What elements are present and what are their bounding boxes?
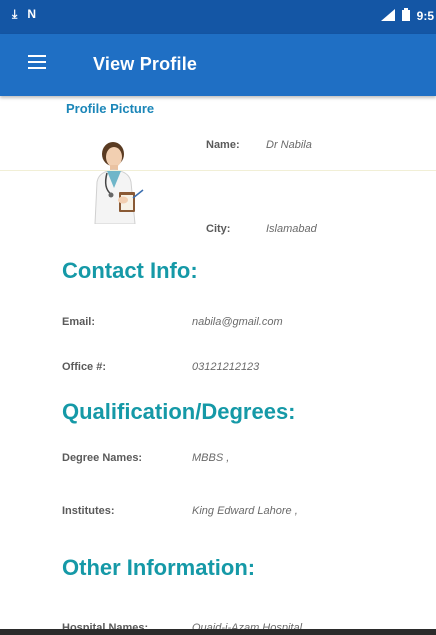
city-label: City: (206, 223, 231, 235)
office-value: 03121212123 (192, 361, 260, 373)
contact-info-heading: Contact Info: (62, 258, 198, 283)
hamburger-menu-icon[interactable] (28, 55, 46, 73)
status-bar: ⤓ N 9:5 (0, 0, 436, 34)
status-left-icons: ⤓ N (12, 7, 36, 21)
download-icon: ⤓ (12, 7, 18, 21)
institutes-value: King Edward Lahore , (192, 505, 298, 517)
qualification-heading: Qualification/Degrees: (62, 399, 296, 424)
n-icon: N (27, 7, 36, 21)
other-information-heading: Other Information: (62, 555, 256, 580)
profile-picture-label: Profile Picture (66, 101, 155, 116)
avatar (83, 140, 155, 225)
city-value: Islamabad (266, 223, 317, 235)
divider (0, 170, 436, 171)
battery-icon (401, 8, 410, 24)
email-value: nabila@gmail.com (192, 316, 283, 328)
doctor-avatar-image (94, 142, 144, 225)
status-time: 9:5 (416, 9, 434, 23)
page-title: View Profile (93, 54, 198, 74)
degree-names-value: MBBS , (192, 452, 230, 464)
email-label: Email: (62, 316, 96, 328)
status-right-icons: 9:5 (380, 8, 434, 24)
office-label: Office #: (62, 361, 107, 373)
name-label: Name: (206, 139, 240, 151)
institutes-label: Institutes: (62, 505, 115, 517)
degree-names-label: Degree Names: (62, 452, 143, 464)
app-bar: View Profile (0, 34, 436, 96)
name-value: Dr Nabila (266, 139, 312, 151)
bottom-edge-bar (0, 629, 436, 635)
signal-icon (380, 8, 395, 24)
